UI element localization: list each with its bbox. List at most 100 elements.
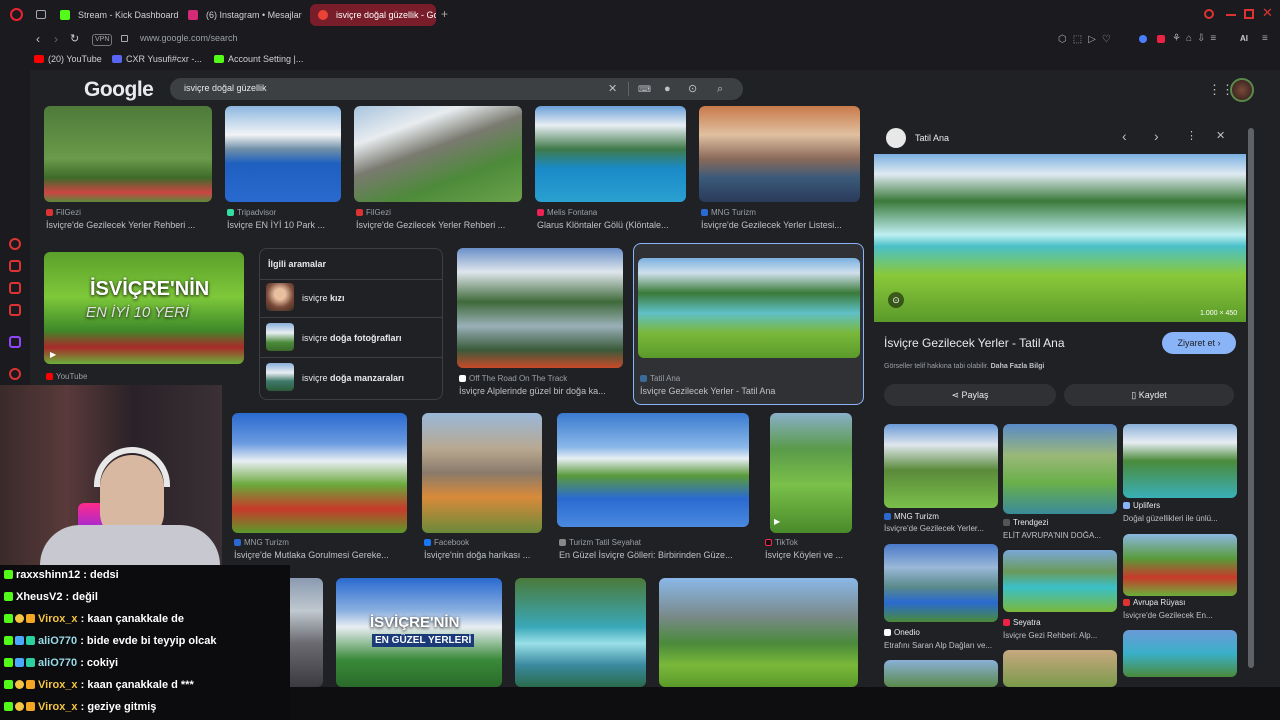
sidebar-item-wallet[interactable] [9, 260, 21, 272]
result-source[interactable]: Tripadvisor [227, 208, 276, 217]
result-title[interactable]: İsviçre Köyleri ve ... [765, 550, 855, 560]
result-image-6[interactable] [457, 248, 623, 368]
similar-image[interactable] [884, 424, 998, 508]
visit-button[interactable]: Ziyaret et › [1162, 332, 1236, 354]
result-source[interactable]: MNG Turizm [234, 538, 289, 547]
save-button[interactable]: ▯ Kaydet [1064, 384, 1234, 406]
keyboard-icon[interactable]: ⌨ [638, 82, 651, 96]
similar-title[interactable]: ELİT AVRUPA'NIN DOĞA... [1003, 531, 1117, 540]
maximize-button[interactable] [1244, 9, 1254, 19]
result-source[interactable]: Tatil Ana [640, 374, 680, 383]
lens-search-icon[interactable]: ⊙ [888, 292, 904, 308]
result-title[interactable]: İsviçre Gezilecek Yerler - Tatil Ana [640, 386, 860, 396]
lens-icon[interactable]: ⊙ [688, 82, 697, 96]
bookmark-cxr[interactable]: CXR Yusufi#cxr -... [112, 54, 202, 64]
profile-extension-icon[interactable] [1139, 35, 1147, 43]
result-image-10[interactable]: ▶ [770, 413, 852, 533]
result-title[interactable]: En Güzel İsviçre Gölleri: Birbirinden Gü… [559, 550, 749, 560]
similar-title[interactable]: Etrafını Saran Alp Dağları ve... [884, 641, 998, 650]
tab-kick-dashboard[interactable]: Stream - Kick Dashboard [52, 4, 178, 26]
result-title[interactable]: İsviçre'nin doğa harikası ... [424, 550, 544, 560]
search-tabs-icon[interactable] [1204, 9, 1214, 19]
selected-result-card[interactable]: Tatil Ana İsviçre Gezilecek Yerler - Tat… [633, 243, 864, 405]
sidebar-item-messenger[interactable] [9, 282, 21, 294]
bookmark-youtube[interactable]: (20) YouTube [34, 54, 102, 64]
sidebar-item-twitch[interactable] [9, 336, 21, 348]
tab-google-search[interactable]: isviçre doğal güzellik - Go [310, 4, 436, 26]
minimize-button[interactable] [1226, 14, 1236, 16]
similar-source[interactable]: Uplifers [1123, 501, 1160, 510]
opera-logo-icon[interactable] [10, 8, 23, 21]
similar-image[interactable] [884, 660, 998, 687]
back-icon[interactable]: ‹ [36, 32, 40, 46]
more-options-icon[interactable]: ⋮ [1186, 129, 1197, 142]
related-search-item[interactable]: isviçre doğa manzaraları [266, 363, 436, 393]
result-title[interactable]: İsviçre EN İYİ 10 Park ... [227, 220, 343, 230]
result-image-3[interactable] [354, 106, 522, 202]
toolbar-icons[interactable]: ⚘⌂⇩≡ [1172, 33, 1221, 44]
next-icon[interactable]: › [1154, 128, 1159, 144]
result-source[interactable]: YouTube [46, 372, 87, 381]
result-source[interactable]: FilGezi [46, 208, 81, 217]
similar-source[interactable]: MNG Turizm [884, 512, 939, 521]
sidebar-item-history[interactable] [9, 238, 21, 250]
result-source[interactable]: MNG Turizm [701, 208, 756, 217]
result-image-selected[interactable] [638, 258, 860, 358]
result-title[interactable]: İsviçre'de Gezilecek Yerler Listesi... [701, 220, 861, 230]
sidebar-item-instagram[interactable] [9, 304, 21, 316]
related-search-item[interactable]: isviçre kızı [266, 283, 436, 313]
bookmark-account[interactable]: Account Setting |... [214, 54, 303, 64]
result-image-7[interactable] [232, 413, 407, 533]
youtube-thumbnail[interactable]: İSVİÇRE'NİN EN İYİ 10 YERİ ▶ [44, 252, 244, 364]
result-image-12[interactable]: İSVİÇRE'NİN EN GÜZEL YERLERİ [336, 578, 502, 687]
similar-source[interactable]: Seyatra [1003, 618, 1041, 627]
related-search-item[interactable]: isviçre doğa fotoğrafları [266, 323, 436, 353]
similar-source[interactable]: Onedio [884, 628, 920, 637]
search-box[interactable]: isviçre doğal güzellik ✕ ⌨ ● ⊙ ⌕ [170, 78, 743, 100]
vpn-badge[interactable]: VPN [92, 34, 113, 46]
result-title[interactable]: İsviçre'de Gezilecek Yerler Rehberi ... [46, 220, 212, 230]
search-input[interactable]: isviçre doğal güzellik [184, 83, 267, 93]
result-image-14[interactable] [659, 578, 858, 687]
similar-source[interactable]: Avrupa Rüyası [1123, 598, 1185, 607]
result-image-8[interactable] [422, 413, 542, 533]
close-window-button[interactable]: ✕ [1262, 6, 1273, 20]
close-icon[interactable]: ✕ [1216, 129, 1225, 142]
result-source[interactable]: TikTok [765, 538, 798, 547]
result-image-4[interactable] [535, 106, 686, 202]
new-tab-button[interactable]: + [441, 8, 448, 20]
similar-image[interactable] [1123, 534, 1237, 596]
result-source[interactable]: Off The Road On The Track [459, 374, 567, 383]
result-source[interactable]: Facebook [424, 538, 469, 547]
similar-image[interactable] [1003, 424, 1117, 514]
url-field[interactable]: www.google.com/search [140, 33, 238, 43]
tab-instagram[interactable]: (6) Instagram • Mesajlar [180, 4, 308, 26]
result-image-5[interactable] [699, 106, 860, 202]
extension-icons[interactable]: ⬡⬚▷♡ [1058, 34, 1117, 45]
similar-image[interactable] [1003, 650, 1117, 687]
result-title[interactable]: İsviçre'de Mutlaka Gorulmesi Gereke... [234, 550, 408, 560]
prev-icon[interactable]: ‹ [1122, 128, 1127, 144]
ai-button[interactable]: AI [1240, 34, 1248, 43]
forward-icon[interactable]: › [54, 32, 58, 46]
search-icon[interactable]: ⌕ [717, 82, 723, 96]
result-title[interactable]: İsviçre'de Gezilecek Yerler Rehberi ... [356, 220, 522, 230]
page-scrollbar[interactable] [1248, 128, 1254, 668]
microphone-icon[interactable]: ● [664, 82, 671, 96]
similar-source[interactable]: Trendgezi [1003, 518, 1048, 527]
similar-image[interactable] [1123, 424, 1237, 498]
google-logo[interactable]: Google [84, 78, 154, 102]
avatar[interactable] [1230, 78, 1254, 102]
result-image-1[interactable] [44, 106, 212, 202]
result-image-2[interactable] [225, 106, 341, 202]
workspace-icon[interactable] [36, 10, 46, 19]
similar-title[interactable]: Doğal güzellikleri ile ünlü... [1123, 514, 1237, 523]
site-logo[interactable] [886, 128, 906, 148]
clear-icon[interactable]: ✕ [608, 82, 617, 96]
result-source[interactable]: Turizm Tatil Seyahat [559, 538, 641, 547]
similar-title[interactable]: İsviçre'de Gezilecek En... [1123, 611, 1237, 620]
more-info-link[interactable]: Daha Fazla Bilgi [991, 363, 1045, 370]
share-button[interactable]: ⋖ Paylaş [884, 384, 1056, 406]
result-image-13[interactable] [515, 578, 646, 687]
similar-image[interactable] [884, 544, 998, 622]
